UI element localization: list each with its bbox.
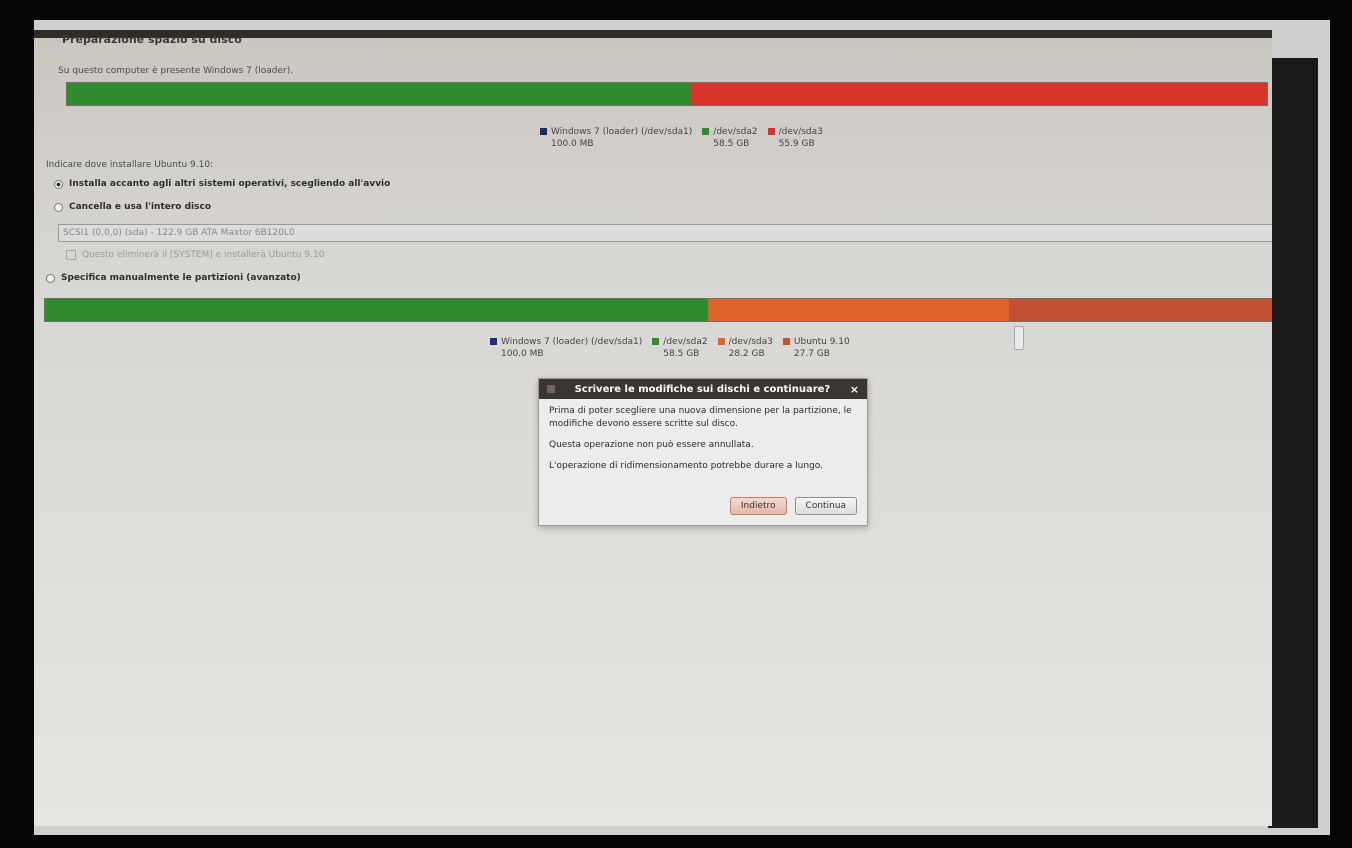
legend-size: 100.0 MB	[551, 139, 594, 149]
legend-swatch	[702, 128, 710, 135]
legend-size: 58.5 GB	[713, 139, 750, 149]
bar-proposed-segment	[708, 299, 1009, 321]
bar-proposed-segment	[1008, 299, 1272, 321]
legend-swatch	[782, 338, 790, 345]
legend-swatch	[717, 338, 725, 345]
page-subtitle: Su questo computer è presente Windows 7 …	[58, 66, 294, 76]
dialog-text-1: Prima di poter scegliere una nuova dimen…	[549, 406, 852, 429]
legend-swatch	[490, 338, 497, 345]
radio-icon[interactable]	[54, 179, 63, 189]
legend-swatch	[652, 338, 660, 345]
legend-label: /dev/sda3	[778, 127, 823, 137]
back-button[interactable]: Indietro	[729, 497, 787, 515]
legend-item: /dev/sda2 58.5 GB	[702, 126, 758, 150]
option-install-alongside[interactable]: Installa accanto agli altri sistemi oper…	[54, 179, 390, 189]
legend-label: /dev/sda3	[728, 337, 773, 347]
legend-swatch	[767, 128, 775, 135]
option-manual-partitioning[interactable]: Specifica manualmente le partizioni (ava…	[46, 273, 301, 283]
dialog-titlebar: Scrivere le modifiche sui dischi e conti…	[539, 379, 867, 399]
erase-confirm-label: Questo eliminerà il [SYSTEM] e installer…	[82, 250, 325, 260]
page-title: Preparazione spazio su disco	[62, 33, 242, 46]
legend-item: Windows 7 (loader) (/dev/sda1) 100.0 MB	[540, 126, 692, 150]
erase-confirm-row: Questo eliminerà il [SYSTEM] e installer…	[66, 250, 324, 260]
dialog-text-2: Questa operazione non può essere annulla…	[549, 440, 754, 450]
installer-screen: Preparazione spazio su disco Su questo c…	[34, 30, 1272, 826]
continue-button[interactable]: Continua	[794, 497, 857, 515]
legend-item: /dev/sda2 58.5 GB	[652, 336, 708, 360]
bar-current-segment	[691, 83, 1267, 105]
legend-size: 28.2 GB	[728, 349, 765, 359]
partition-legend-proposed: Windows 7 (loader) (/dev/sda1) 100.0 MB/d…	[490, 336, 850, 360]
legend-swatch	[540, 128, 547, 135]
dialog-title: Scrivere le modifiche sui dischi e conti…	[574, 383, 831, 395]
monitor-bezel-right	[1268, 58, 1318, 828]
bar-current-segment	[67, 83, 691, 105]
legend-item: /dev/sda3 28.2 GB	[717, 336, 773, 360]
radio-icon[interactable]	[54, 202, 63, 212]
legend-label: /dev/sda2	[713, 127, 758, 137]
legend-label: Windows 7 (loader) (/dev/sda1)	[551, 127, 693, 137]
legend-size: 58.5 GB	[663, 349, 700, 359]
bar-proposed-segment	[45, 299, 709, 321]
partition-legend-current: Windows 7 (loader) (/dev/sda1) 100.0 MB/d…	[540, 126, 823, 150]
confirm-dialog: Scrivere le modifiche sui dischi e conti…	[538, 378, 868, 526]
legend-label: Ubuntu 9.10	[793, 337, 850, 347]
legend-size: 100.0 MB	[501, 349, 544, 359]
legend-item: Ubuntu 9.10 27.7 GB	[782, 336, 850, 360]
dialog-buttons: Indietro Continua	[729, 497, 857, 515]
radio-icon[interactable]	[46, 273, 55, 283]
option-erase-disk[interactable]: Cancella e usa l'intero disco	[54, 202, 211, 212]
legend-label: Windows 7 (loader) (/dev/sda1)	[501, 337, 643, 347]
dialog-text-3: L'operazione di ridimensionamento potreb…	[549, 461, 823, 471]
partition-bar-proposed	[44, 298, 1272, 322]
partition-bar-current	[66, 82, 1268, 106]
option-label: Specifica manualmente le partizioni (ava…	[61, 273, 301, 283]
option-label: Installa accanto agli altri sistemi oper…	[69, 179, 391, 189]
resize-handle[interactable]	[1014, 326, 1024, 350]
install-location-question: Indicare dove installare Ubuntu 9.10:	[46, 160, 214, 170]
legend-label: /dev/sda2	[663, 337, 708, 347]
legend-item: /dev/sda3 55.9 GB	[767, 126, 823, 150]
legend-size: 55.9 GB	[778, 139, 815, 149]
disk-select[interactable]: SCSI1 (0,0,0) (sda) - 122.9 GB ATA Maxto…	[58, 224, 1272, 242]
dialog-body: Prima di poter scegliere una nuova dimen…	[539, 399, 867, 487]
checkbox-icon	[66, 250, 76, 260]
dialog-app-icon	[547, 385, 555, 393]
legend-size: 27.7 GB	[793, 349, 830, 359]
close-icon[interactable]: ×	[850, 383, 859, 396]
legend-item: Windows 7 (loader) (/dev/sda1) 100.0 MB	[490, 336, 642, 360]
option-label: Cancella e usa l'intero disco	[69, 202, 212, 212]
